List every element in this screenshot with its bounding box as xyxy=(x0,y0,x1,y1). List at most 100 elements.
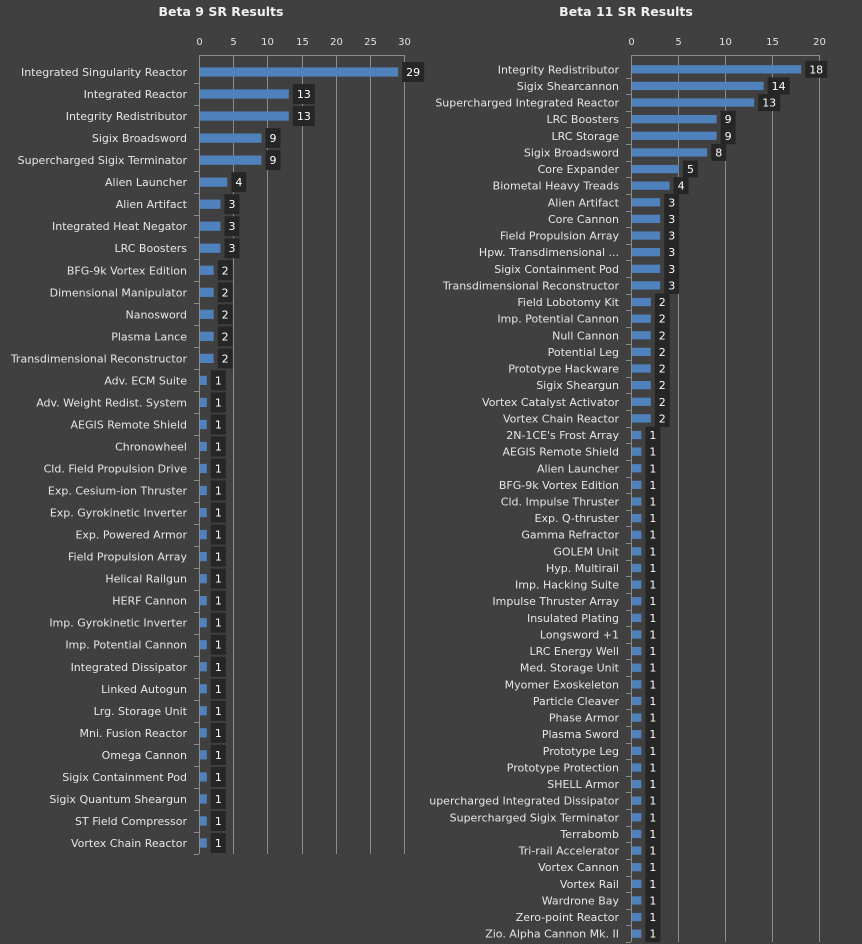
category-label: Imp. Potential Cannon xyxy=(497,313,619,326)
data-label: 1 xyxy=(215,573,222,586)
data-label: 2 xyxy=(222,308,229,321)
bar xyxy=(200,750,207,760)
category-label: Null Cannon xyxy=(552,329,619,342)
category-label: Vortex Chain Reactor xyxy=(71,837,187,850)
category-label: Cld. Impulse Thruster xyxy=(501,496,620,509)
category-label: Sigix Containment Pod xyxy=(62,771,187,784)
bar xyxy=(632,65,802,74)
category-label: Med. Storage Unit xyxy=(520,662,620,675)
category-label: Vortex Chain Reactor xyxy=(503,412,619,425)
bar xyxy=(632,829,642,839)
data-label: 1 xyxy=(649,928,656,941)
category-label: Integrated Reactor xyxy=(84,88,188,101)
bar xyxy=(632,696,642,706)
category-label: Integrated Singularity Reactor xyxy=(21,66,188,79)
bar xyxy=(200,243,221,253)
bar xyxy=(200,199,221,209)
category-label: LRC Boosters xyxy=(115,242,188,255)
data-label: 2 xyxy=(222,352,229,365)
category-label: Impulse Thruster Array xyxy=(492,595,619,608)
data-label: 3 xyxy=(668,213,675,226)
category-label: Prototype Hackware xyxy=(508,363,619,376)
category-label: Supercharged Integrated Reactor xyxy=(435,97,619,110)
category-label: Field Propulsion Array xyxy=(500,230,619,243)
bar xyxy=(632,563,642,573)
x-tick-label: 20 xyxy=(330,37,343,48)
category-label: Prototype Leg xyxy=(543,745,619,758)
bar xyxy=(200,221,221,231)
x-tick-label: 0 xyxy=(628,37,634,48)
category-label: Tri-rail Accelerator xyxy=(518,845,620,858)
data-label: 1 xyxy=(649,545,656,558)
data-label: 9 xyxy=(270,132,277,145)
bar xyxy=(200,111,289,121)
plot-area: 0 5 10 15 20Integrity Redistributor 18Sigix S… xyxy=(430,37,828,943)
bar xyxy=(632,214,661,224)
category-label: Nanosword xyxy=(126,308,187,321)
category-label: BFG-9k Vortex Edition xyxy=(499,479,619,492)
data-label: 18 xyxy=(809,63,823,76)
plot-area: 0 5 10 15 20 25 30 Integrated Singularity React… xyxy=(10,37,425,855)
data-label: 1 xyxy=(215,727,222,740)
data-label: 2 xyxy=(659,363,666,376)
category-label: Adv. ECM Suite xyxy=(104,374,187,387)
data-label: 1 xyxy=(649,894,656,907)
bar xyxy=(632,314,651,323)
bar xyxy=(632,896,642,905)
data-label: 1 xyxy=(215,551,222,564)
data-label: 1 xyxy=(649,529,656,542)
data-label: 1 xyxy=(649,612,656,625)
category-label: Field Lobotomy Kit xyxy=(517,296,619,309)
bar xyxy=(200,463,207,474)
x-tick-label: 20 xyxy=(813,37,826,48)
category-label: AEGIS Remote Shield xyxy=(503,446,619,459)
category-label: Lrg. Storage Unit xyxy=(94,705,188,718)
data-label: 14 xyxy=(772,80,786,93)
bar xyxy=(632,879,642,888)
data-label: 1 xyxy=(215,617,222,630)
bar xyxy=(632,863,642,872)
bar xyxy=(632,347,651,357)
x-tick-label: 0 xyxy=(196,37,202,48)
bar xyxy=(200,331,214,341)
category-label: Sigix Shearcannon xyxy=(517,80,619,93)
data-label: 1 xyxy=(649,712,656,725)
bar xyxy=(632,929,642,938)
bar xyxy=(632,98,755,107)
bar xyxy=(632,281,661,290)
data-label: 1 xyxy=(649,878,656,891)
bar xyxy=(200,662,207,672)
bar xyxy=(200,706,207,716)
x-tick-label: 25 xyxy=(364,37,377,48)
bar xyxy=(632,248,661,257)
bar xyxy=(200,574,207,584)
data-label: 1 xyxy=(649,645,656,658)
bar xyxy=(200,375,207,386)
x-tick-label: 15 xyxy=(766,37,779,48)
category-label: 2N-1CE's Frost Array xyxy=(506,429,619,442)
data-label: 1 xyxy=(649,795,656,808)
bar xyxy=(200,133,262,143)
bar xyxy=(632,264,661,273)
category-label: BFG-9k Vortex Edition xyxy=(67,264,187,277)
data-label: 1 xyxy=(649,695,656,708)
bar xyxy=(200,67,399,77)
category-label: Exp. Gyrokinetic Inverter xyxy=(50,507,188,520)
data-label: 3 xyxy=(668,246,675,259)
bar xyxy=(200,419,207,430)
data-label: 13 xyxy=(297,88,311,101)
data-label: 1 xyxy=(215,815,222,828)
category-label: AEGIS Remote Shield xyxy=(71,418,187,431)
bar xyxy=(632,912,642,922)
category-label: Myomer Exoskeleton xyxy=(505,678,619,691)
data-label: 1 xyxy=(215,661,222,674)
bar xyxy=(200,287,214,297)
data-label: 2 xyxy=(659,313,666,326)
x-tick-label: 10 xyxy=(719,37,732,48)
category-label: Chronowheel xyxy=(115,440,187,453)
bar xyxy=(632,447,642,456)
bar xyxy=(632,663,642,672)
bar xyxy=(632,497,642,506)
bar xyxy=(200,684,207,694)
category-label: LRC Boosters xyxy=(547,113,620,126)
